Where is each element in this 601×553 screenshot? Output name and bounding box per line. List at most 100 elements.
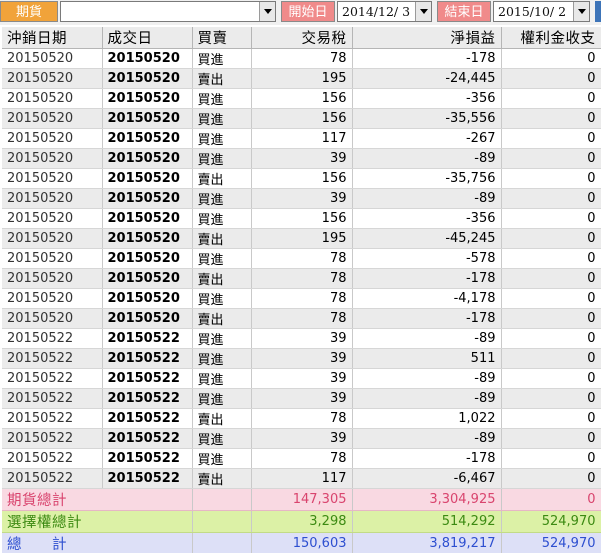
category-select[interactable] [60,1,276,22]
net-pnl-cell: -6,467 [352,468,502,489]
premium-cell: 0 [501,148,601,169]
side-cell: 買進 [192,248,252,269]
side-cell: 賣出 [192,228,252,249]
table-row[interactable]: 20150520 20150520 賣出 78 -178 0 [2,308,601,329]
table-row[interactable]: 20150520 20150520 賣出 78 -178 0 [2,268,601,289]
table-row[interactable]: 20150520 20150520 賣出 156 -35,756 0 [2,168,601,189]
trade-grid: 沖銷日期 成交日 買賣 交易稅 淨損益 權利金收支 20150520 201505… [2,27,601,553]
table-row[interactable]: 20150520 20150520 買進 78 -578 0 [2,248,601,269]
category-label: 期貨 [0,1,58,22]
table-row[interactable]: 20150520 20150520 賣出 195 -24,445 0 [2,68,601,89]
column-header-side[interactable]: 買賣 [192,27,252,49]
trade-date-cell: 20150520 [102,248,193,269]
table-row[interactable]: 20150522 20150522 買進 39 511 0 [2,348,601,369]
tax-cell: 39 [251,348,353,369]
summary-premium: 524,970 [501,510,601,533]
tax-cell: 78 [251,288,353,309]
side-cell: 買進 [192,368,252,389]
net-pnl-cell: -267 [352,128,502,149]
table-row[interactable]: 20150520 20150520 買進 39 -89 0 [2,188,601,209]
premium-cell: 0 [501,108,601,129]
table-row[interactable]: 20150522 20150522 賣出 78 1,022 0 [2,408,601,429]
premium-cell: 0 [501,328,601,349]
offset-date-cell: 20150520 [2,208,103,229]
side-cell: 買進 [192,88,252,109]
tax-cell: 156 [251,208,353,229]
trade-date-cell: 20150522 [102,328,193,349]
summary-row-futures[interactable]: 期貨總計 147,305 3,304,925 0 [2,488,601,511]
tax-cell: 39 [251,368,353,389]
net-pnl-cell: -4,178 [352,288,502,309]
column-header-net-pnl[interactable]: 淨損益 [352,27,502,49]
start-date-dropdown-arrow-icon[interactable] [415,2,431,21]
column-header-premium[interactable]: 權利金收支 [501,27,601,49]
premium-cell: 0 [501,168,601,189]
table-row[interactable]: 20150520 20150520 買進 117 -267 0 [2,128,601,149]
table-row[interactable]: 20150520 20150520 買進 156 -35,556 0 [2,108,601,129]
net-pnl-cell: -89 [352,148,502,169]
table-row[interactable]: 20150520 20150520 買進 78 -4,178 0 [2,288,601,309]
table-row[interactable]: 20150522 20150522 買進 78 -178 0 [2,448,601,469]
column-header-offset-date[interactable]: 沖銷日期 [2,27,103,49]
tax-cell: 39 [251,428,353,449]
table-row[interactable]: 20150520 20150520 買進 156 -356 0 [2,88,601,109]
table-row[interactable]: 20150520 20150520 賣出 195 -45,245 0 [2,228,601,249]
summary-tax: 147,305 [251,488,353,511]
side-cell: 買進 [192,288,252,309]
trade-date-cell: 20150520 [102,148,193,169]
offset-date-cell: 20150522 [2,388,103,409]
net-pnl-cell: -45,245 [352,228,502,249]
table-row[interactable]: 20150522 20150522 買進 39 -89 0 [2,368,601,389]
offset-date-cell: 20150520 [2,308,103,329]
tax-cell: 156 [251,108,353,129]
tax-cell: 156 [251,168,353,189]
premium-cell: 0 [501,188,601,209]
summary-row-options[interactable]: 選擇權總計 3,298 514,292 524,970 [2,510,601,533]
table-row[interactable]: 20150522 20150522 賣出 117 -6,467 0 [2,468,601,489]
end-date-dropdown-arrow-icon[interactable] [573,2,589,21]
side-cell: 賣出 [192,68,252,89]
side-cell: 賣出 [192,468,252,489]
offset-date-cell: 20150522 [2,408,103,429]
offset-date-cell: 20150520 [2,248,103,269]
start-date-picker[interactable]: 2014/12/ 3 [337,1,432,22]
premium-cell: 0 [501,408,601,429]
column-header-tax[interactable]: 交易稅 [251,27,353,49]
trade-date-cell: 20150520 [102,268,193,289]
premium-cell: 0 [501,468,601,489]
side-cell: 買進 [192,348,252,369]
trade-date-cell: 20150522 [102,448,193,469]
net-pnl-cell: -356 [352,208,502,229]
summary-label: 總 計 [2,532,193,553]
premium-cell: 0 [501,208,601,229]
tax-cell: 156 [251,88,353,109]
offset-date-cell: 20150520 [2,268,103,289]
offset-date-cell: 20150520 [2,68,103,89]
trade-date-cell: 20150522 [102,348,193,369]
net-pnl-cell: -89 [352,188,502,209]
table-row[interactable]: 20150522 20150522 買進 39 -89 0 [2,428,601,449]
tax-cell: 78 [251,268,353,289]
category-dropdown-arrow-icon[interactable] [259,2,275,21]
table-row[interactable]: 20150520 20150520 買進 156 -356 0 [2,208,601,229]
tax-cell: 195 [251,228,353,249]
table-row[interactable]: 20150522 20150522 買進 39 -89 0 [2,328,601,349]
side-cell: 買進 [192,148,252,169]
net-pnl-cell: -89 [352,428,502,449]
table-row[interactable]: 20150520 20150520 買進 78 -178 0 [2,48,601,69]
end-date-label: 結束日 [437,1,491,22]
trade-date-cell: 20150522 [102,388,193,409]
summary-row-total[interactable]: 總 計 150,603 3,819,217 524,970 [2,532,601,553]
column-header-trade-date[interactable]: 成交日 [102,27,193,49]
side-cell: 買進 [192,448,252,469]
toolbar-edge-button[interactable] [595,1,601,22]
tax-cell: 39 [251,328,353,349]
end-date-picker[interactable]: 2015/10/ 2 [493,1,590,22]
side-cell: 買進 [192,208,252,229]
trade-date-cell: 20150522 [102,368,193,389]
net-pnl-cell: 1,022 [352,408,502,429]
table-row[interactable]: 20150522 20150522 買進 39 -89 0 [2,388,601,409]
trade-date-cell: 20150520 [102,88,193,109]
side-cell: 買進 [192,48,252,69]
table-row[interactable]: 20150520 20150520 買進 39 -89 0 [2,148,601,169]
